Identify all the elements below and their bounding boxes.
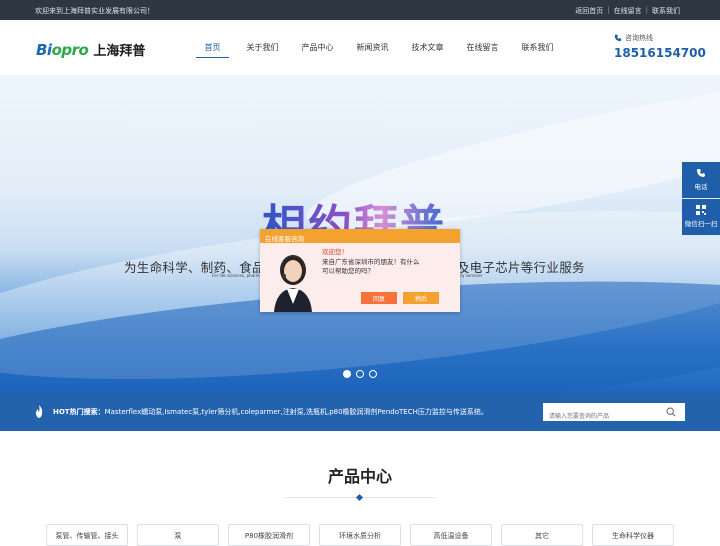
chat-message: 欢迎您！ 来自广东省深圳市的朋友！有什么 可以帮助您的吗？: [322, 248, 420, 277]
chat-line-2: 可以帮助您的吗？: [322, 267, 374, 275]
hotline: 咨询热线 18516154700: [614, 33, 706, 60]
title-diamond: [355, 493, 364, 502]
hot-search-text: HOT热门搜索：Masterflex蠕动泵,Ismatec泵,tyler筛分机,…: [53, 407, 488, 417]
nav-item-about[interactable]: 关于我们: [235, 40, 290, 58]
chat-popup: 在线客服咨询 欢迎您！ 来自广东省深圳市的朋友！有什么 可以帮助您的吗？ 回复 …: [260, 229, 460, 312]
link-home[interactable]: 返回首页: [575, 6, 603, 16]
side-phone-button[interactable]: 电话: [682, 162, 720, 198]
category-tabs: 泵管、传输管、接头 泵 P80橡胶润滑剂 环境水质分析 高低温设备 其它 生命科…: [46, 524, 674, 546]
category-tab-temperature[interactable]: 高低温设备: [410, 524, 492, 546]
chat-greeting: 欢迎您！: [322, 248, 348, 256]
logo-company-name: 上海拜普: [93, 44, 146, 59]
category-tab-tubing[interactable]: 泵管、传输管、接头: [46, 524, 128, 546]
divider: |: [607, 6, 610, 14]
side-phone-label: 电话: [694, 183, 708, 191]
agent-avatar: [274, 255, 312, 312]
category-tab-p80[interactable]: P80橡胶润滑剂: [228, 524, 310, 546]
hotline-label-row: 咨询热线: [614, 33, 706, 43]
nav-item-articles[interactable]: 技术文章: [400, 40, 455, 58]
search-input[interactable]: [543, 407, 661, 426]
carousel-dot-3[interactable]: [369, 370, 377, 378]
welcome-text: 欢迎来到上海拜普实业发展有限公司！: [35, 7, 154, 15]
top-info-bar: 欢迎来到上海拜普实业发展有限公司！ 返回首页 | 在线留言 | 联系我们: [0, 0, 720, 20]
section-title: 产品中心: [327, 467, 392, 486]
side-float-bar: 电话 微信扫一扫: [682, 162, 720, 236]
divider: |: [645, 6, 648, 14]
link-message[interactable]: 在线留言: [614, 6, 642, 16]
chat-line-1: 来自广东省深圳市的朋友！有什么: [322, 257, 420, 266]
nav-item-home[interactable]: 首页: [196, 40, 229, 58]
category-tab-pumps[interactable]: 泵: [137, 524, 219, 546]
logo-mark: Biopro: [36, 40, 89, 59]
product-search: [543, 403, 685, 426]
side-wechat-button[interactable]: 微信扫一扫: [682, 199, 720, 235]
site-logo[interactable]: Biopro 上海拜普: [36, 40, 146, 60]
hotline-number[interactable]: 18516154700: [614, 46, 706, 60]
chat-later-button[interactable]: 稍后: [403, 292, 439, 304]
chat-header: 在线客服咨询: [260, 229, 460, 243]
link-contact[interactable]: 联系我们: [652, 6, 680, 16]
phone-icon: [614, 34, 622, 42]
category-tab-water[interactable]: 环境水质分析: [319, 524, 401, 546]
hotline-label: 咨询热线: [625, 34, 653, 42]
chat-reply-button[interactable]: 回复: [361, 292, 397, 304]
side-wechat-label: 微信扫一扫: [684, 220, 718, 228]
fire-icon: [36, 405, 43, 418]
carousel-dot-1[interactable]: [343, 370, 351, 378]
carousel-dot-2[interactable]: [356, 370, 364, 378]
category-tab-life-science[interactable]: 生命科学仪器: [592, 524, 674, 546]
chat-body: 欢迎您！ 来自广东省深圳市的朋友！有什么 可以帮助您的吗？ 回复 稍后: [260, 243, 460, 312]
phone-icon: [697, 169, 705, 177]
category-tab-other[interactable]: 其它: [501, 524, 583, 546]
nav-item-message[interactable]: 在线留言: [455, 40, 510, 58]
nav-item-contact[interactable]: 联系我们: [510, 40, 565, 58]
carousel-dots: [343, 370, 377, 378]
qrcode-icon: [696, 205, 706, 215]
top-links: 返回首页 | 在线留言 | 联系我们: [575, 6, 680, 16]
hot-search-label: HOT热门搜索：: [53, 408, 105, 416]
hot-search-keywords[interactable]: Masterflex蠕动泵,Ismatec泵,tyler筛分机,coleparm…: [105, 408, 488, 416]
nav-item-products[interactable]: 产品中心: [290, 40, 345, 58]
main-nav: 首页 关于我们 产品中心 新闻资讯 技术文章 在线留言 联系我们: [190, 40, 565, 58]
nav-item-news[interactable]: 新闻资讯: [345, 40, 400, 58]
search-icon[interactable]: [666, 407, 676, 417]
site-header: Biopro 上海拜普 首页 关于我们 产品中心 新闻资讯 技术文章 在线留言 …: [0, 20, 720, 75]
